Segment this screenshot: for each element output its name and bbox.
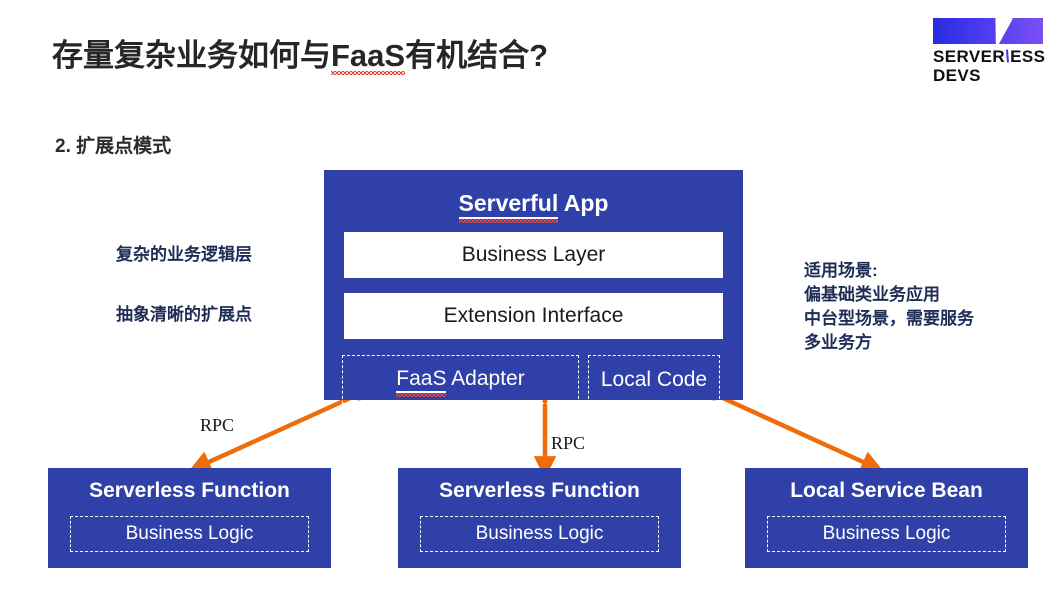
page-title-misspelled-word: FaaS [331,38,406,75]
rpc-label-left: RPC [200,415,235,435]
business-logic-label-middle: Business Logic [475,523,604,544]
logo-gradient-mark [933,18,1043,44]
local-service-bean-box: Local Service Bean Business Logic [745,468,1028,568]
serverful-misspelled-word: Serverful [458,190,559,223]
section-label: 2. 扩展点模式 [55,136,172,157]
business-logic-label-left: Business Logic [125,523,254,544]
extension-interface-label: Extension Interface [443,304,624,327]
scenario-line: 偏基础类业务应用 [804,285,940,304]
serverful-title-rest: App [558,190,609,216]
serverless-devs-logo: SERVER\ESS DEVS [925,18,1045,85]
business-layer-label: Business Layer [461,243,606,266]
scenario-line: 多业务方 [804,333,872,352]
local-code-box: Local Code [588,355,720,404]
logo-notch-triangle-icon [987,18,1013,44]
scenario-line: 适用场景: [804,261,878,280]
rpc-label-middle: RPC [551,433,586,453]
local-code-label: Local Code [600,367,708,391]
serverful-app-title: Serverful App [324,190,743,223]
logo-text-line-2: DEVS [933,66,981,85]
faas-adapter-label: FaaS Adapter [396,366,525,397]
logo-text-before: SERVER [933,47,1006,66]
serverless-function-box-middle: Serverless Function Business Logic [398,468,681,568]
page-title: 存量复杂业务如何与FaaS有机结合? [52,30,548,75]
serverless-function-title-middle: Serverless Function [439,479,640,502]
annotation-clear-extension-point: 抽象清晰的扩展点 [116,305,252,324]
logo-text-line-1: SERVER\ESS [933,47,1045,67]
annotation-applicable-scenarios: 适用场景: 偏基础类业务应用 中台型场景，需要服务 多业务方 [804,259,974,355]
local-service-bean-title: Local Service Bean [790,479,983,502]
page-title-prefix: 存量复杂业务如何与 [52,38,331,73]
business-logic-box-right: Business Logic [767,516,1006,552]
annotation-complex-business-layer: 复杂的业务逻辑层 [116,245,252,264]
faas-adapter-box: FaaS Adapter [342,355,579,404]
serverless-function-box-left: Serverless Function Business Logic [48,468,331,568]
scenario-line: 中台型场景，需要服务 [804,309,974,328]
page-title-suffix: 有机结合? [405,38,549,73]
logo-text-after: ESS [1010,47,1046,66]
extension-interface-box: Extension Interface [344,293,723,339]
business-logic-box-middle: Business Logic [420,516,659,552]
business-logic-label-right: Business Logic [822,523,951,544]
faas-misspelled-word: FaaS [396,367,447,397]
business-logic-box-left: Business Logic [70,516,309,552]
arrow-local-code-to-local-service-bean [713,391,884,473]
business-layer-box: Business Layer [344,232,723,278]
serverless-function-title-left: Serverless Function [89,479,290,502]
faas-adapter-rest: Adapter [446,366,525,390]
